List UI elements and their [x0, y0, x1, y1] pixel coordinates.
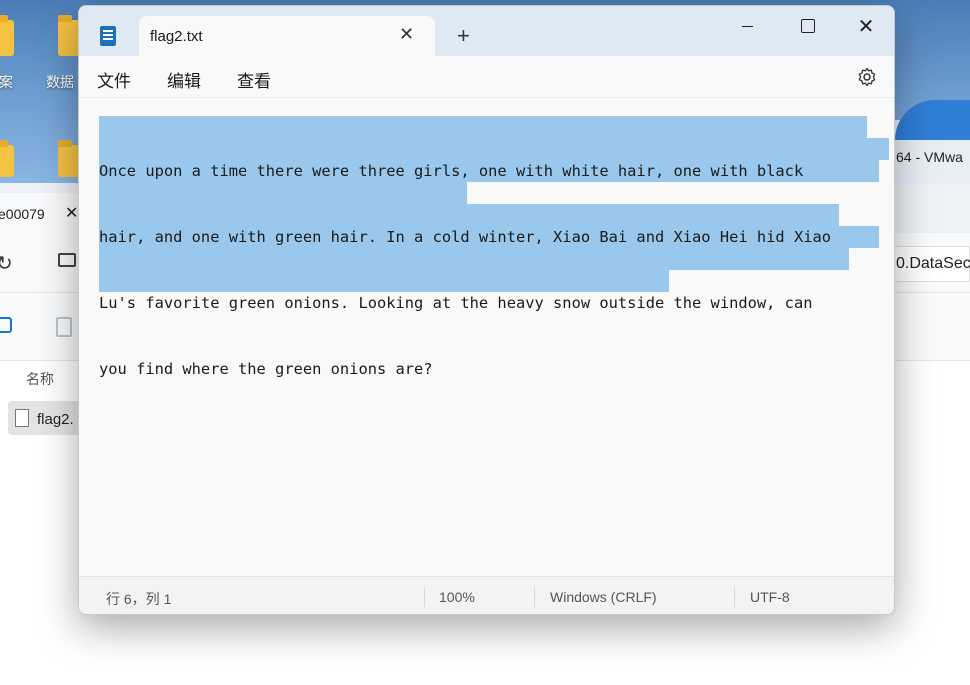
title-bar[interactable]: flag2.txt ✕ + ✕ — [79, 6, 894, 56]
desktop-icon-label: 数据 — [46, 74, 74, 90]
menu-edit[interactable]: 编辑 — [167, 67, 201, 92]
line-ending[interactable]: Windows (CRLF) — [550, 589, 657, 605]
close-window-button[interactable]: ✕ — [854, 14, 878, 40]
notepad-app-icon — [100, 26, 116, 46]
menu-view[interactable]: 查看 — [237, 67, 271, 92]
tab-title: flag2.txt — [150, 28, 203, 45]
close-tab-icon[interactable]: ✕ — [399, 24, 414, 45]
explorer-tab-label: e00079 — [0, 206, 45, 222]
text-line: hair, and one with green hair. In a cold… — [99, 228, 832, 246]
zoom-level[interactable]: 100% — [439, 589, 475, 605]
new-item-icon[interactable] — [0, 317, 12, 333]
monitor-icon[interactable] — [58, 253, 76, 267]
desktop-icon-label: 案 — [0, 74, 13, 90]
maximize-button[interactable] — [795, 14, 819, 40]
close-icon[interactable]: ✕ — [65, 203, 78, 223]
minimize-button[interactable] — [735, 14, 759, 40]
file-name: flag2. — [37, 411, 74, 428]
desktop-folder-icon[interactable] — [0, 15, 14, 56]
status-divider — [734, 587, 735, 607]
text-line: Lu's favorite green onions. Looking at t… — [99, 294, 813, 312]
text-line: Once upon a time there were three girls,… — [99, 162, 804, 180]
menu-file[interactable]: 文件 — [97, 67, 131, 92]
column-header-name[interactable]: 名称 — [26, 369, 54, 389]
refresh-icon[interactable]: ↻ — [0, 251, 13, 276]
encoding[interactable]: UTF-8 — [750, 589, 790, 605]
menu-bar: 文件 编辑 查看 — [79, 56, 894, 98]
status-divider — [424, 587, 425, 607]
new-tab-icon[interactable]: + — [457, 23, 470, 49]
cursor-position: 行 6，列 1 — [106, 591, 172, 607]
status-bar: 行 6，列 1 100% Windows (CRLF) UTF-8 — [79, 576, 894, 614]
document-text: Once upon a time there were three girls,… — [99, 116, 831, 424]
vmware-window-title: 64 - VMwa — [896, 149, 963, 165]
address-text: 0.DataSec — [896, 255, 970, 272]
notepad-window: flag2.txt ✕ + ✕ 文件 编辑 查看 Once upon a tim… — [78, 5, 895, 615]
text-line: you find where the green onions are? — [99, 360, 433, 378]
desktop-folder-icon[interactable] — [0, 140, 14, 177]
text-editor[interactable]: Once upon a time there were three girls,… — [79, 98, 894, 576]
status-divider — [534, 587, 535, 607]
text-file-icon — [15, 409, 29, 427]
paste-icon[interactable] — [56, 317, 72, 337]
settings-gear-icon[interactable] — [857, 67, 877, 87]
